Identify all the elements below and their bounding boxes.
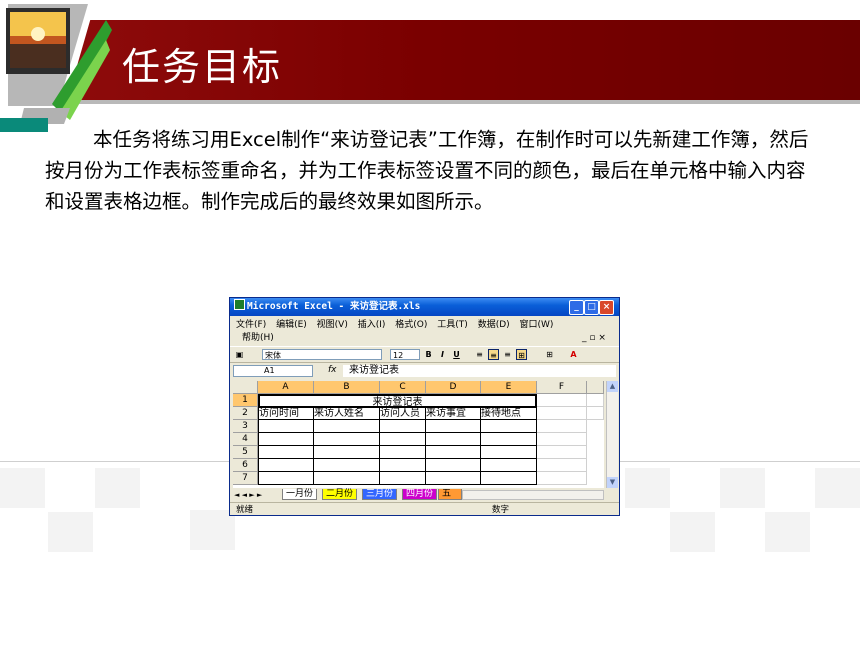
column-header[interactable]: A [258, 381, 314, 394]
empty-column-cells[interactable] [537, 420, 587, 485]
font-size-select[interactable]: 12 [390, 349, 420, 360]
window-title: Microsoft Excel - 来访登记表.xls [247, 301, 421, 312]
formatting-toolbar: ▣ 宋体 12 B I U ≡ ≡ ≡ ⊞ ⊞ A [230, 346, 619, 363]
cell[interactable] [537, 394, 587, 407]
empty-column-cells[interactable] [380, 420, 426, 485]
menu-row: 帮助(H) [242, 332, 281, 345]
status-bar: 就绪 数字 [230, 502, 619, 515]
column-header[interactable]: D [426, 381, 481, 394]
align-left-icon[interactable]: ≡ [474, 349, 485, 360]
row-header[interactable]: 6 [233, 459, 258, 472]
decorative-tile [765, 512, 810, 552]
menu-edit[interactable]: 编辑(E) [276, 319, 307, 332]
status-mode: 数字 [492, 505, 510, 515]
font-name-select[interactable]: 宋体 [262, 349, 382, 360]
menu-file[interactable]: 文件(F) [236, 319, 266, 332]
decorative-tile [48, 512, 93, 552]
menu-data[interactable]: 数据(D) [478, 319, 510, 332]
column-header[interactable]: C [380, 381, 426, 394]
formula-bar: A1 fx 来访登记表 [230, 364, 619, 379]
excel-app-icon [234, 299, 245, 310]
status-ready: 就绪 [236, 505, 254, 515]
sheet-tab[interactable]: 四月份 [402, 489, 438, 500]
scroll-down-icon[interactable]: ▼ [607, 477, 618, 488]
scroll-up-icon[interactable]: ▲ [607, 381, 618, 392]
align-right-icon[interactable]: ≡ [502, 349, 513, 360]
row-header[interactable]: 7 [233, 472, 258, 485]
sheet-tab[interactable]: 五月 [438, 489, 462, 500]
font-color-icon[interactable]: A [568, 349, 579, 360]
close-button[interactable]: × [599, 300, 614, 315]
page-title: 任务目标 [122, 45, 283, 89]
menu-view[interactable]: 视图(V) [317, 319, 348, 332]
menu-format[interactable]: 格式(O) [395, 319, 427, 332]
decorative-tile [190, 510, 235, 550]
decorative-tile [815, 468, 860, 508]
sheet-tab[interactable]: 二月份 [322, 489, 358, 500]
select-all-corner[interactable] [233, 381, 258, 394]
empty-column-cells[interactable] [258, 420, 314, 485]
decorative-tile [625, 468, 670, 508]
header-cell[interactable]: 访问时间 [258, 407, 314, 420]
merge-center-icon[interactable]: ⊞ [516, 349, 527, 360]
minimize-button[interactable]: _ [569, 300, 584, 315]
empty-column-cells[interactable] [314, 420, 380, 485]
spreadsheet-grid: A B C D E F 1 2 3 4 5 6 7 来访登记表 访问时间 来访人… [233, 381, 604, 488]
row-header[interactable]: 2 [233, 407, 258, 420]
formula-input[interactable]: 来访登记表 [343, 365, 616, 377]
monitor-logo [0, 0, 112, 132]
cell[interactable] [587, 407, 604, 420]
cell[interactable] [587, 394, 604, 407]
menu-window[interactable]: 窗口(W) [520, 319, 554, 332]
decorative-tile [720, 468, 765, 508]
decorative-tile [0, 468, 45, 508]
row-header[interactable]: 4 [233, 433, 258, 446]
task-description: 本任务将练习用Excel制作“来访登记表”工作簿，在制作时可以先新建工作簿，然后… [45, 128, 809, 213]
underline-button[interactable]: U [451, 349, 462, 360]
header-cell[interactable]: 接待地点 [481, 407, 537, 420]
column-header[interactable]: E [481, 381, 537, 394]
column-header[interactable]: F [537, 381, 587, 394]
menu-help[interactable]: 帮助(H) [242, 332, 274, 345]
vertical-scrollbar[interactable]: ▲ ▼ [606, 381, 618, 488]
title-cell[interactable]: 来访登记表 [258, 394, 537, 408]
bold-button[interactable]: B [423, 349, 434, 360]
align-center-icon[interactable]: ≡ [488, 349, 499, 360]
cell[interactable] [537, 407, 587, 420]
italic-button[interactable]: I [437, 349, 448, 360]
row-header[interactable]: 1 [233, 394, 258, 407]
row-header[interactable]: 3 [233, 420, 258, 433]
header-cell[interactable]: 来访事宜 [426, 407, 481, 420]
decorative-tile [95, 468, 140, 508]
header-cell[interactable]: 访问人员 [380, 407, 426, 420]
name-box[interactable]: A1 [233, 365, 313, 377]
menu-tools[interactable]: 工具(T) [437, 319, 468, 332]
document-controls[interactable]: _ ▫ × [582, 332, 606, 345]
borders-icon[interactable]: ⊞ [544, 349, 555, 360]
menu-row: 文件(F) 编辑(E) 视图(V) 插入(I) 格式(O) 工具(T) 数据(D… [236, 319, 560, 332]
sheet-nav-icons[interactable]: ◄ ◄ ► ► [234, 489, 262, 501]
sheet-tab-bar: ◄ ◄ ► ► 一月份 二月份 三月份 四月份 五月 [230, 489, 619, 501]
save-icon[interactable]: ▣ [234, 349, 245, 360]
column-header[interactable] [587, 381, 604, 394]
menu-bar: 文件(F) 编辑(E) 视图(V) 插入(I) 格式(O) 工具(T) 数据(D… [230, 317, 619, 345]
excel-titlebar: Microsoft Excel - 来访登记表.xls _ □ × [230, 298, 619, 316]
fx-icon[interactable]: fx [328, 365, 337, 375]
maximize-button[interactable]: □ [584, 300, 599, 315]
row-header[interactable]: 5 [233, 446, 258, 459]
sheet-tab[interactable]: 三月份 [362, 489, 398, 500]
horizontal-scrollbar[interactable] [462, 490, 604, 500]
excel-window-screenshot: Microsoft Excel - 来访登记表.xls _ □ × 文件(F) … [229, 297, 620, 516]
decorative-tile [670, 512, 715, 552]
header-cell[interactable]: 来访人姓名 [314, 407, 380, 420]
empty-column-cells[interactable] [426, 420, 481, 485]
column-header[interactable]: B [314, 381, 380, 394]
menu-insert[interactable]: 插入(I) [358, 319, 386, 332]
sheet-tab[interactable]: 一月份 [282, 489, 318, 500]
empty-column-cells[interactable] [481, 420, 537, 485]
